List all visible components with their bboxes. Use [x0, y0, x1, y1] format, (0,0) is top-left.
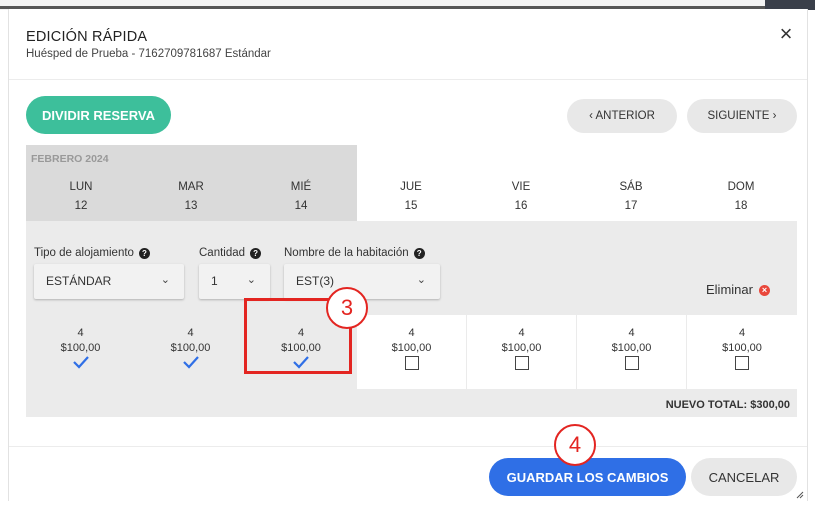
day-header: MIÉ 14: [246, 181, 356, 212]
night-cell[interactable]: 4 $100,00: [357, 315, 466, 389]
day-number: 16: [514, 200, 528, 212]
cell-price: $100,00: [501, 342, 542, 354]
day-number: 13: [184, 200, 198, 212]
cell-quantity: 4: [518, 327, 525, 339]
next-button[interactable]: SIGUIENTE ›: [687, 99, 797, 133]
day-number: 14: [294, 200, 308, 212]
room-type-select[interactable]: ESTÁNDAR ⌄: [34, 264, 184, 299]
night-cell[interactable]: 4 $100,00: [26, 315, 135, 389]
day-of-week: VIE: [511, 181, 531, 193]
cell-quantity: 4: [408, 327, 415, 339]
day-header: JUE 15: [356, 181, 466, 212]
chevron-down-icon: ⌄: [160, 274, 170, 286]
remove-icon: ×: [758, 285, 770, 296]
calendar-grid: FEBRERO 2024 LUN 12 MAR 13 MIÉ 14 JUE 15 VIE…: [26, 145, 797, 417]
day-number: 17: [624, 200, 638, 212]
checkbox[interactable]: [404, 356, 419, 370]
header-divider: [9, 79, 807, 80]
cell-quantity: 4: [77, 327, 84, 339]
remove-button[interactable]: Eliminar ×: [706, 282, 770, 297]
day-header: SÁB 17: [576, 181, 686, 212]
annotation-step-3: 3: [326, 287, 368, 329]
help-icon[interactable]: ?: [413, 248, 425, 259]
footer-divider: [9, 446, 807, 447]
cell-price: $100,00: [611, 342, 652, 354]
day-of-week: JUE: [400, 181, 422, 193]
modal-title: EDICIÓN RÁPIDA: [26, 29, 148, 45]
night-cell[interactable]: 4 $100,00: [467, 315, 576, 389]
day-header: DOM 18: [686, 181, 796, 212]
day-of-week: LUN: [69, 181, 93, 193]
day-number: 15: [404, 200, 418, 212]
cancel-button[interactable]: CANCELAR: [691, 458, 797, 496]
day-of-week: MIÉ: [290, 181, 312, 193]
checkbox[interactable]: [735, 356, 749, 370]
day-header: MAR 13: [136, 181, 246, 212]
day-number: 12: [74, 200, 88, 212]
cell-price: $100,00: [391, 342, 432, 354]
checkbox[interactable]: [624, 356, 639, 370]
check-icon[interactable]: [72, 355, 90, 369]
day-header: LUN 12: [26, 181, 136, 212]
day-header: VIE 16: [466, 181, 576, 212]
cell-quantity: 4: [628, 327, 635, 339]
save-changes-button[interactable]: GUARDAR LOS CAMBIOS: [489, 458, 686, 496]
modal-subtitle: Huésped de Prueba - 7162709781687 Estánd…: [26, 48, 271, 60]
annotation-step-4: 4: [554, 424, 596, 466]
room-type-label: Tipo de alojamiento?: [34, 247, 150, 259]
quantity-select[interactable]: 1 ⌄: [199, 264, 270, 299]
cell-price: $100,00: [170, 342, 211, 354]
previous-button[interactable]: ‹ ANTERIOR: [567, 99, 677, 133]
day-of-week: SÁB: [619, 181, 643, 193]
resize-handle-icon[interactable]: [796, 491, 804, 499]
help-icon[interactable]: ?: [250, 248, 262, 259]
quantity-label: Cantidad?: [199, 247, 262, 259]
close-icon[interactable]: ×: [775, 23, 797, 45]
month-label: FEBRERO 2024: [31, 153, 109, 165]
day-of-week: DOM: [727, 181, 755, 193]
night-cell[interactable]: 4 $100,00: [577, 315, 686, 389]
new-total: NUEVO TOTAL: $300,00: [665, 399, 790, 411]
room-name-label: Nombre de la habitación?: [284, 247, 425, 259]
chevron-down-icon: ⌄: [416, 274, 426, 286]
cell-quantity: 4: [738, 327, 746, 339]
quick-edit-modal: EDICIÓN RÁPIDA Huésped de Prueba - 71627…: [8, 9, 808, 501]
cell-price: $100,00: [722, 342, 762, 354]
night-cell[interactable]: 4 $100,00: [687, 315, 797, 389]
help-icon[interactable]: ?: [138, 248, 150, 259]
split-reservation-button[interactable]: DIVIDIR RESERVA: [26, 96, 171, 134]
day-number: 18: [734, 200, 748, 212]
cell-quantity: 4: [187, 327, 194, 339]
cell-price: $100,00: [60, 342, 101, 354]
chevron-down-icon: ⌄: [246, 274, 256, 286]
night-cell[interactable]: 4 $100,00: [136, 315, 245, 389]
checkbox[interactable]: [514, 356, 529, 370]
day-of-week: MAR: [178, 181, 204, 193]
check-icon[interactable]: [182, 355, 200, 369]
